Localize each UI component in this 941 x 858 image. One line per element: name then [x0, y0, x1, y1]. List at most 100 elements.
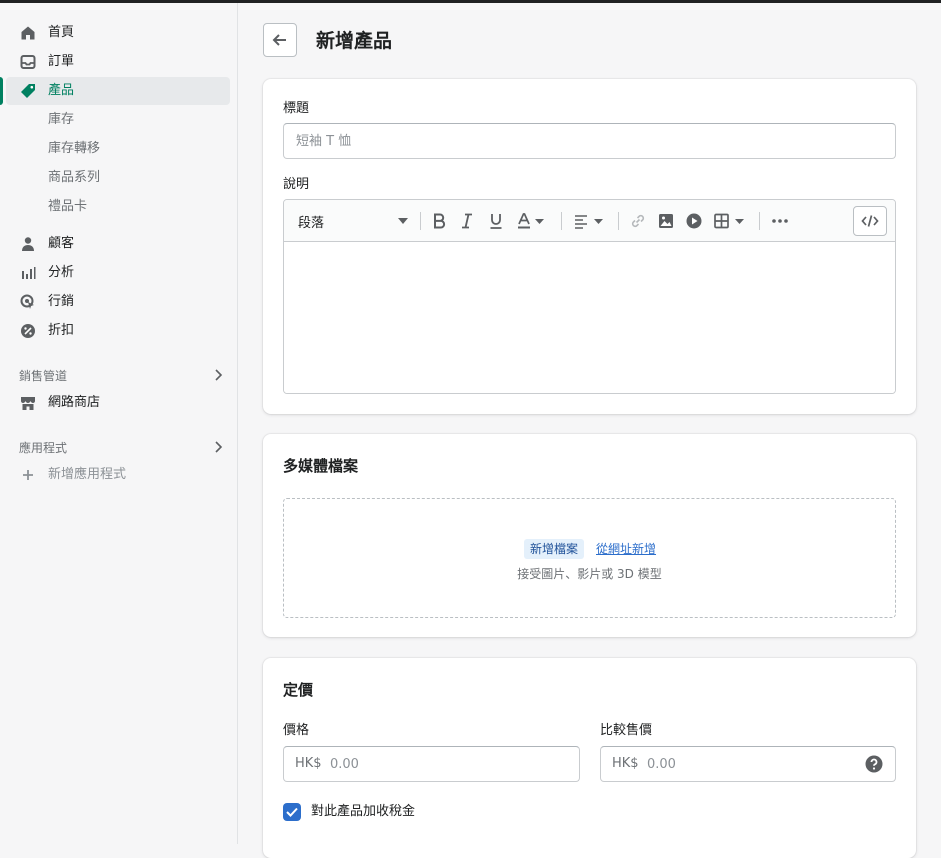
description-editor: 段落	[283, 199, 896, 394]
tag-icon	[21, 84, 35, 98]
help-icon[interactable]	[865, 755, 883, 773]
apps-heading: 應用程式	[19, 440, 68, 455]
sidebar-subitem-label: 商品系列	[48, 170, 101, 185]
sidebar-item-orders[interactable]: 訂單	[6, 48, 230, 76]
price-label: 價格	[283, 723, 310, 738]
underline-button[interactable]	[489, 213, 503, 229]
main-content: 新增產品 標題 說明 段落	[239, 3, 941, 858]
sidebar-item-label: 顧客	[48, 236, 75, 251]
toolbar-separator	[759, 212, 760, 230]
inbox-icon	[20, 55, 36, 69]
sidebar-item-customers[interactable]: 顧客	[6, 230, 230, 258]
sidebar-item-home[interactable]: 首頁	[6, 19, 230, 47]
media-dropzone[interactable]: 新增檔案 從網址新增 接受圖片、影片或 3D 模型	[283, 498, 896, 618]
sidebar-subitem-label: 庫存	[48, 112, 75, 127]
media-heading: 多媒體檔案	[283, 457, 359, 475]
sidebar-item-online-store[interactable]: 網路商店	[6, 389, 230, 417]
page-title: 新增產品	[316, 30, 393, 52]
more-options-button[interactable]	[771, 213, 789, 229]
title-input[interactable]	[283, 123, 896, 159]
sidebar-item-label: 分析	[48, 265, 75, 280]
description-label: 說明	[283, 177, 310, 192]
align-button[interactable]	[574, 213, 606, 229]
toolbar-separator	[561, 212, 562, 230]
paragraph-format-select[interactable]: 段落	[298, 213, 408, 231]
paragraph-format-label: 段落	[298, 215, 325, 231]
sidebar-item-add-app[interactable]: 新增應用程式	[6, 461, 230, 489]
table-icon	[714, 213, 744, 229]
person-icon	[22, 237, 34, 251]
italic-icon	[462, 213, 472, 229]
code-icon	[861, 215, 879, 227]
image-icon	[659, 214, 673, 228]
compare-at-price-input[interactable]	[600, 746, 896, 782]
back-button[interactable]	[263, 23, 297, 57]
more-horizontal-icon	[772, 219, 788, 223]
align-left-icon	[575, 215, 603, 229]
add-file-button[interactable]: 新增檔案	[524, 539, 585, 559]
title-label: 標題	[283, 101, 310, 116]
sidebar-subitem-collections[interactable]: 商品系列	[6, 165, 230, 191]
link-icon	[631, 214, 645, 228]
charge-tax-checkbox[interactable]	[283, 803, 301, 821]
sidebar-item-label: 網路商店	[48, 395, 101, 410]
store-icon	[21, 397, 35, 410]
sidebar-subitem-transfers[interactable]: 庫存轉移	[6, 136, 230, 162]
bold-icon	[434, 213, 446, 229]
insert-video-button[interactable]	[686, 213, 702, 229]
text-color-button[interactable]	[517, 213, 545, 229]
italic-button[interactable]	[461, 213, 473, 229]
plus-icon	[23, 470, 33, 480]
sidebar: 首頁 訂單 產品 庫存 庫存轉移 商品系列 禮品卡 顧客 分析 行銷 折扣 銷售…	[0, 3, 238, 844]
insert-image-button[interactable]	[658, 213, 674, 229]
text-color-icon	[518, 213, 544, 229]
compare-at-price-label: 比較售價	[600, 723, 653, 738]
sidebar-subitem-label: 庫存轉移	[48, 141, 101, 156]
toolbar-separator	[618, 212, 619, 230]
sidebar-item-label: 行銷	[48, 294, 75, 309]
caret-down-icon	[398, 218, 408, 224]
arrow-left-icon	[272, 34, 286, 46]
accepted-media-hint: 接受圖片、影片或 3D 模型	[517, 567, 662, 581]
sidebar-subitem-inventory[interactable]: 庫存	[6, 107, 230, 133]
title-description-card: 標題 說明 段落	[263, 79, 916, 414]
html-source-button[interactable]	[853, 206, 887, 236]
pricing-heading: 定價	[283, 681, 314, 699]
description-text-area[interactable]	[284, 242, 895, 393]
price-currency-prefix: HK$	[295, 756, 322, 771]
editor-toolbar: 段落	[284, 200, 895, 242]
sidebar-item-marketing[interactable]: 行銷	[6, 288, 230, 316]
sidebar-item-label: 訂單	[48, 54, 75, 69]
media-card: 多媒體檔案 新增檔案 從網址新增 接受圖片、影片或 3D 模型	[263, 434, 916, 637]
price-field: HK$	[283, 746, 580, 782]
compare-at-price-field: HK$	[600, 746, 896, 782]
add-from-url-link[interactable]: 從網址新增	[596, 539, 656, 559]
pricing-card: 定價 價格 HK$ 比較售價 HK$ 對此產品加收稅金	[263, 658, 916, 858]
sidebar-item-discounts[interactable]: 折扣	[6, 317, 230, 345]
insert-table-button[interactable]	[714, 213, 748, 229]
compare-currency-prefix: HK$	[612, 756, 639, 771]
chevron-right-icon	[215, 441, 223, 453]
bar-chart-icon	[22, 267, 36, 279]
sidebar-item-analytics[interactable]: 分析	[6, 259, 230, 287]
insert-link-button[interactable]	[630, 213, 646, 229]
price-input[interactable]	[283, 746, 580, 782]
underline-icon	[490, 214, 502, 229]
sales-channels-heading: 銷售管道	[19, 368, 68, 383]
charge-tax-label[interactable]: 對此產品加收稅金	[311, 804, 415, 820]
target-icon	[20, 294, 34, 309]
sidebar-item-label: 新增應用程式	[48, 467, 127, 482]
sidebar-subitem-gift-cards[interactable]: 禮品卡	[6, 194, 230, 220]
sales-channels-header[interactable]: 銷售管道	[19, 365, 223, 385]
sidebar-item-products[interactable]: 產品	[0, 77, 230, 105]
apps-header[interactable]: 應用程式	[19, 437, 223, 457]
checkmark-icon	[286, 807, 298, 817]
chevron-right-icon	[215, 369, 223, 381]
bold-button[interactable]	[432, 213, 446, 229]
toolbar-separator	[420, 212, 421, 230]
video-icon	[686, 213, 702, 229]
sidebar-item-label: 折扣	[48, 323, 75, 338]
sidebar-item-label: 首頁	[48, 25, 75, 40]
home-icon	[21, 26, 35, 40]
sidebar-subitem-label: 禮品卡	[48, 199, 88, 214]
